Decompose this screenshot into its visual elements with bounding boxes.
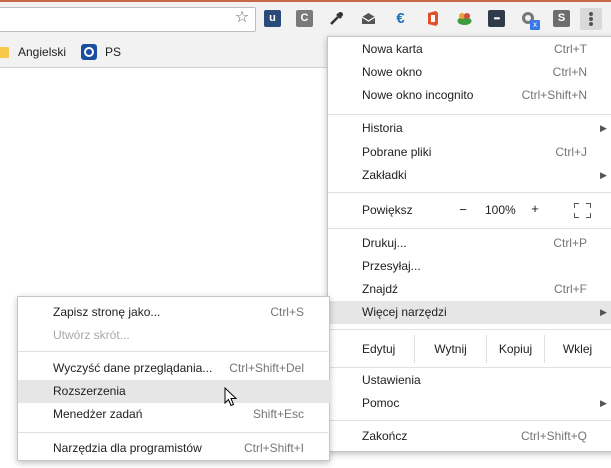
submenu-item-create-shortcut: Utwórz skrót... <box>53 328 130 342</box>
menu-item-bookmarks[interactable]: Zakładki ▶ <box>328 164 611 187</box>
bookmark-folder-angielski[interactable]: Angielski <box>0 43 66 61</box>
browser-toolbar: ☆ u C € ••• x S <box>0 0 611 36</box>
cut-button[interactable]: Wytnij <box>414 335 486 363</box>
eyedropper-icon[interactable] <box>328 10 345 27</box>
submenu-arrow-icon: ▶ <box>600 307 607 317</box>
menu-separator <box>18 351 331 352</box>
menu-item-more-tools[interactable]: Więcej narzędzi ▶ <box>328 301 611 324</box>
menu-separator <box>18 432 331 433</box>
menu-separator <box>328 367 611 368</box>
edit-label: Edytuj <box>362 342 396 356</box>
more-tools-submenu: Zapisz stronę jako... Ctrl+S Utwórz skró… <box>17 296 331 461</box>
more-dots-extension-icon[interactable]: ••• <box>488 10 505 27</box>
ghost-badge: x <box>530 20 540 30</box>
menu-item-downloads[interactable]: Pobrane pliki Ctrl+J <box>328 141 611 164</box>
submenu-arrow-icon: ▶ <box>600 170 607 180</box>
submenu-arrow-icon: ▶ <box>600 123 607 133</box>
bookmark-star-icon[interactable]: ☆ <box>233 9 251 27</box>
menu-item-print[interactable]: Drukuj... Ctrl+P <box>328 232 611 255</box>
menu-item-history[interactable]: Historia ▶ <box>328 117 611 140</box>
office-icon[interactable] <box>424 10 441 27</box>
submenu-arrow-icon: ▶ <box>600 398 607 408</box>
paste-button[interactable]: Wklej <box>544 335 610 363</box>
u-extension-icon[interactable]: u <box>264 10 281 27</box>
menu-item-help[interactable]: Pomoc ▶ <box>328 392 611 415</box>
zoom-in-button[interactable]: + <box>528 201 542 216</box>
mouse-cursor-icon <box>224 387 238 407</box>
menu-zoom-row: Powiększ − 100% + <box>328 198 611 223</box>
zoom-out-button[interactable]: − <box>456 202 470 217</box>
submenu-item-dev-tools[interactable]: Narzędzia dla programistów Ctrl+Shift+I <box>18 437 331 460</box>
c-extension-icon[interactable]: C <box>296 10 313 27</box>
menu-item-settings[interactable]: Ustawienia <box>328 369 611 392</box>
menu-separator <box>328 192 611 193</box>
folder-icon <box>0 46 9 58</box>
zoom-value: 100% <box>485 203 516 217</box>
submenu-item-clear-data[interactable]: Wyczyść dane przeglądania... Ctrl+Shift+… <box>18 357 331 380</box>
bookmark-label: PS <box>105 45 122 59</box>
menu-item-incognito[interactable]: Nowe okno incognito Ctrl+Shift+N <box>328 84 611 107</box>
fullscreen-icon[interactable] <box>574 203 591 218</box>
menu-item-new-window[interactable]: Nowe okno Ctrl+N <box>328 61 611 84</box>
menu-item-exit[interactable]: Zakończ Ctrl+Shift+Q <box>328 425 611 448</box>
chrome-menu-button[interactable] <box>580 8 602 30</box>
menu-separator <box>328 420 611 421</box>
bookmark-label: Angielski <box>18 45 67 59</box>
submenu-item-extensions[interactable]: Rozszerzenia <box>18 380 331 403</box>
submenu-item-save-page[interactable]: Zapisz stronę jako... Ctrl+S <box>18 301 331 324</box>
address-bar[interactable] <box>0 7 256 32</box>
menu-separator <box>328 329 611 330</box>
ps-icon <box>81 44 97 60</box>
mail-icon[interactable] <box>360 10 377 27</box>
menu-item-cast[interactable]: Przesyłaj... <box>328 255 611 278</box>
zoom-label: Powiększ <box>362 203 413 217</box>
submenu-item-task-manager[interactable]: Menedżer zadań Shift+Esc <box>18 403 331 426</box>
euro-icon[interactable]: € <box>392 10 409 27</box>
basket-icon[interactable] <box>456 10 473 27</box>
menu-edit-row: Edytuj Wytnij Kopiuj Wklej <box>328 335 611 363</box>
s-extension-icon[interactable]: S <box>553 10 570 27</box>
menu-item-find[interactable]: Znajdź Ctrl+F <box>328 278 611 301</box>
menu-separator <box>328 114 611 115</box>
menu-separator <box>328 228 611 229</box>
menu-item-new-tab[interactable]: Nowa karta Ctrl+T <box>328 38 611 61</box>
chrome-main-menu: Nowa karta Ctrl+T Nowe okno Ctrl+N Nowe … <box>327 36 611 452</box>
bookmark-ps[interactable]: PS <box>81 43 121 61</box>
copy-button[interactable]: Kopiuj <box>486 335 544 363</box>
